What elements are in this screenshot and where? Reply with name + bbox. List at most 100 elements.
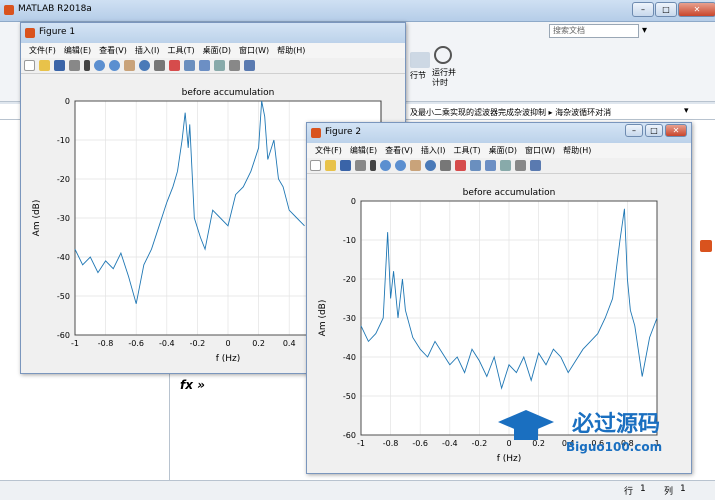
zoom-in-icon[interactable]	[380, 160, 391, 171]
figure-1-title: Figure 1	[39, 27, 76, 37]
new-file-icon[interactable]	[24, 60, 35, 71]
row-value: 1	[640, 484, 646, 494]
zoom-in-icon[interactable]	[94, 60, 105, 71]
main-title-bar: MATLAB R2018a – □ ✕	[0, 0, 715, 22]
menu-edit[interactable]: 编辑(E)	[64, 45, 91, 56]
y-tick-label: 0	[351, 197, 356, 206]
main-window-title: MATLAB R2018a	[18, 4, 92, 14]
figure-2-maximize-button[interactable]: □	[645, 124, 663, 137]
x-axis-label: f (Hz)	[497, 454, 522, 464]
x-tick-label: -0.6	[128, 339, 144, 348]
side-logo-icon	[700, 240, 712, 252]
menu-help[interactable]: 帮助(H)	[563, 145, 591, 156]
minimize-button[interactable]: –	[632, 2, 654, 17]
menu-desktop[interactable]: 桌面(D)	[203, 45, 231, 56]
brush-icon[interactable]	[455, 160, 466, 171]
path-dropdown-icon[interactable]: ▾	[684, 106, 689, 116]
section-icon[interactable]	[410, 52, 430, 68]
y-tick-label: -40	[57, 253, 70, 262]
y-tick-label: -40	[343, 353, 356, 362]
x-tick-label: -0.4	[442, 439, 458, 448]
figure-2-toolbar	[307, 158, 691, 174]
colorbar-icon[interactable]	[485, 160, 496, 171]
data-cursor-icon[interactable]	[154, 60, 165, 71]
figure-icon	[311, 128, 321, 138]
dock-icon[interactable]	[530, 160, 541, 171]
y-tick-label: -20	[57, 175, 70, 184]
maximize-button[interactable]: □	[655, 2, 677, 17]
menu-view[interactable]: 查看(V)	[385, 145, 413, 156]
run-and-time-label[interactable]: 运行并 计时	[432, 68, 456, 88]
save-icon[interactable]	[340, 160, 351, 171]
y-tick-label: -30	[57, 214, 70, 223]
new-file-icon[interactable]	[310, 160, 321, 171]
y-tick-label: -10	[57, 136, 70, 145]
menu-help[interactable]: 帮助(H)	[277, 45, 305, 56]
figure-2-minimize-button[interactable]: –	[625, 124, 643, 137]
hide-tools-icon[interactable]	[229, 60, 240, 71]
x-tick-label: -0.4	[159, 339, 175, 348]
menu-edit[interactable]: 编辑(E)	[350, 145, 377, 156]
data-cursor-icon[interactable]	[440, 160, 451, 171]
figure-2-close-button[interactable]: ✕	[665, 124, 687, 137]
menu-window[interactable]: 窗口(W)	[525, 145, 555, 156]
select-arrow-icon[interactable]	[84, 60, 90, 71]
y-tick-label: -50	[343, 392, 356, 401]
x-tick-label: -1	[71, 339, 79, 348]
dock-icon[interactable]	[244, 60, 255, 71]
legend-icon[interactable]	[214, 60, 225, 71]
menu-insert[interactable]: 插入(I)	[421, 145, 446, 156]
matlab-logo-icon	[4, 5, 14, 15]
y-tick-label: -60	[343, 431, 356, 440]
x-tick-label: -0.2	[190, 339, 206, 348]
x-tick-label: -0.8	[98, 339, 114, 348]
save-icon[interactable]	[54, 60, 65, 71]
hide-tools-icon[interactable]	[515, 160, 526, 171]
pan-icon[interactable]	[124, 60, 135, 71]
run-and-time-icon[interactable]	[434, 46, 452, 64]
figure-1-menubar: 文件(F) 编辑(E) 查看(V) 插入(I) 工具(T) 桌面(D) 窗口(W) 帮助(H)	[21, 43, 405, 58]
col-value: 1	[680, 484, 686, 494]
brush-icon[interactable]	[169, 60, 180, 71]
x-tick-label: -0.6	[412, 439, 428, 448]
search-input[interactable]: 搜索文档	[549, 24, 639, 38]
link-icon[interactable]	[470, 160, 481, 171]
legend-icon[interactable]	[500, 160, 511, 171]
y-tick-label: -10	[343, 236, 356, 245]
plot-title: before accumulation	[463, 188, 556, 198]
menu-file[interactable]: 文件(F)	[315, 145, 342, 156]
x-tick-label: 0	[225, 339, 230, 348]
y-tick-label: -20	[343, 275, 356, 284]
figure-1-toolbar	[21, 58, 405, 74]
y-axis-label: Am (dB)	[32, 200, 42, 237]
pan-icon[interactable]	[410, 160, 421, 171]
menu-window[interactable]: 窗口(W)	[239, 45, 269, 56]
open-icon[interactable]	[325, 160, 336, 171]
link-icon[interactable]	[184, 60, 195, 71]
menu-tools[interactable]: 工具(T)	[167, 45, 194, 56]
current-path: 及最小二乘实现的滤波器完成杂波抑制 ▸ 海杂波循环对消	[410, 108, 612, 117]
x-tick-label: 0.2	[252, 339, 265, 348]
colorbar-icon[interactable]	[199, 60, 210, 71]
menu-tools[interactable]: 工具(T)	[453, 145, 480, 156]
zoom-out-icon[interactable]	[395, 160, 406, 171]
close-button[interactable]: ✕	[678, 2, 715, 17]
filter-icon[interactable]: ▾	[642, 25, 647, 36]
print-icon[interactable]	[355, 160, 366, 171]
watermark-cap-icon	[496, 408, 556, 444]
rotate-icon[interactable]	[139, 60, 150, 71]
menu-view[interactable]: 查看(V)	[99, 45, 127, 56]
zoom-out-icon[interactable]	[109, 60, 120, 71]
menu-desktop[interactable]: 桌面(D)	[489, 145, 517, 156]
figure-1-title-bar[interactable]: Figure 1	[21, 23, 405, 43]
x-axis-label: f (Hz)	[216, 354, 241, 364]
y-tick-label: 0	[65, 97, 70, 106]
select-arrow-icon[interactable]	[370, 160, 376, 171]
menu-insert[interactable]: 插入(I)	[135, 45, 160, 56]
print-icon[interactable]	[69, 60, 80, 71]
y-tick-label: -30	[343, 314, 356, 323]
menu-file[interactable]: 文件(F)	[29, 45, 56, 56]
rotate-icon[interactable]	[425, 160, 436, 171]
figure-2-title-bar[interactable]: Figure 2 – □ ✕	[307, 123, 691, 143]
open-icon[interactable]	[39, 60, 50, 71]
